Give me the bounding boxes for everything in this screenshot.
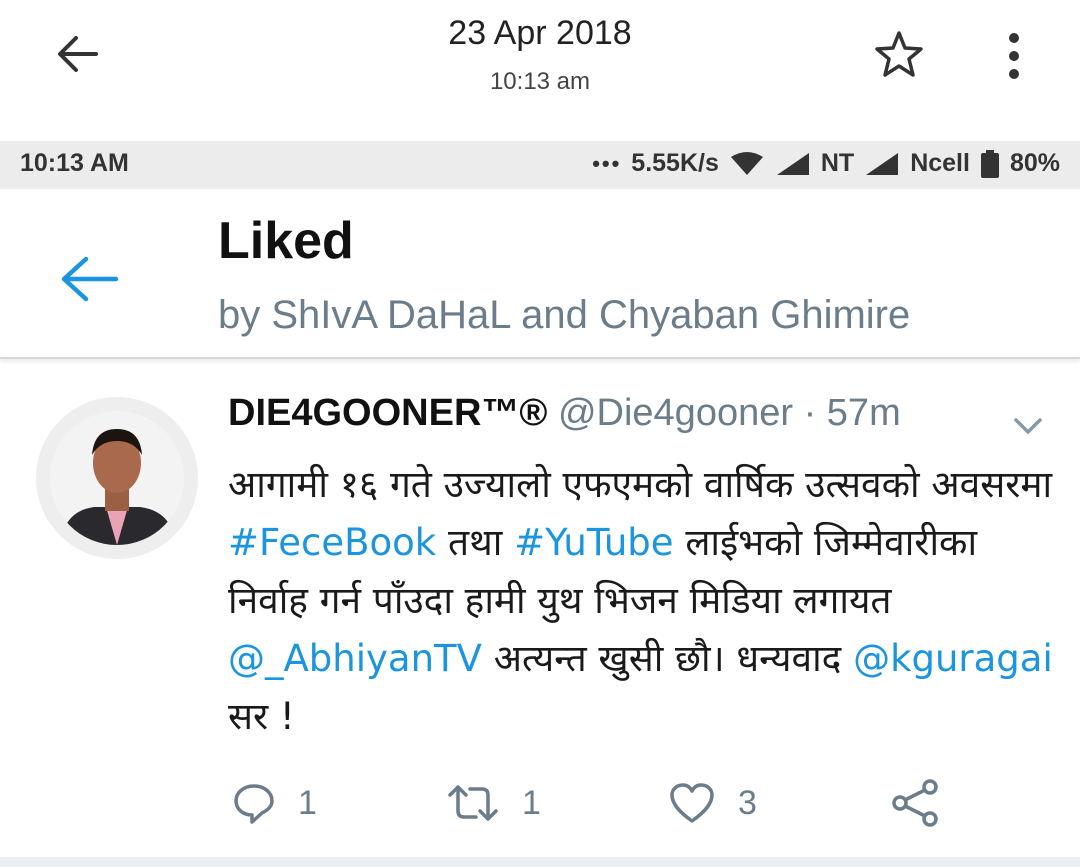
mention-link[interactable]: @kguragai [853,637,1053,680]
status-bar: 10:13 AM ••• 5.55K/s NT Ncell 80% [0,141,1080,189]
share-button[interactable] [890,778,940,828]
tweet-text-part: अत्यन्त खुसी छौ। धन्यवाद [481,637,854,680]
share-icon [892,779,938,827]
heart-icon [670,783,714,823]
status-dots: ••• [592,150,622,176]
battery-percent: 80% [1009,149,1060,177]
like-button[interactable]: 3 [668,778,757,828]
more-vert-icon[interactable] [996,30,1032,82]
tweet-text: आगामी १६ गते उज्यालो एफएमको वार्षिक उत्स… [228,456,1058,746]
retweet-count: 1 [522,783,541,822]
tweet-header: DIE4GOONER™® @Die4gooner · 57m [228,392,901,435]
chevron-down-icon[interactable] [1010,410,1046,440]
status-indicators: ••• 5.55K/s NT Ncell 80% [592,149,1060,178]
star-icon[interactable] [872,28,926,82]
hashtag-link[interactable]: #YuTube [514,521,674,564]
app-bar: Liked by ShIvA DaHaL and Chyaban Ghimire [0,189,1080,359]
avatar-photo [50,411,184,545]
tweet-text-part: सर ! [228,695,295,738]
network-speed: 5.55K/s [631,149,719,177]
author-name[interactable]: DIE4GOONER™® [228,392,547,434]
status-time: 10:13 AM [20,149,129,177]
retweet-button[interactable]: 1 [446,778,541,828]
battery-icon [980,149,999,178]
avatar[interactable] [36,397,198,559]
page-subtitle: by ShIvA DaHaL and Chyaban Ghimire [218,293,911,337]
retweet-icon [448,785,498,821]
tweet-text-part: आगामी १६ गते उज्यालो एफएमको वार्षिक उत्स… [228,463,1053,506]
signal-icon [866,152,899,175]
carrier-1: NT [820,149,855,177]
page-title: Liked [218,212,354,270]
divider [0,857,1080,867]
author-handle[interactable]: @Die4gooner [558,392,793,434]
tweet-time: 57m [826,392,901,434]
like-count: 3 [738,783,757,822]
tweet-text-part: तथा [436,521,515,564]
reply-button[interactable]: 1 [232,778,317,828]
hashtag-link[interactable]: #FeceBook [228,521,436,564]
back-arrow-icon[interactable] [58,251,122,307]
wifi-icon [730,151,763,175]
separator: · [803,392,817,434]
mention-link[interactable]: @_AbhiyanTV [228,637,482,680]
reply-icon [234,784,274,824]
carrier-2: Ncell [910,149,970,177]
signal-icon [776,152,809,175]
reply-count: 1 [298,783,317,822]
